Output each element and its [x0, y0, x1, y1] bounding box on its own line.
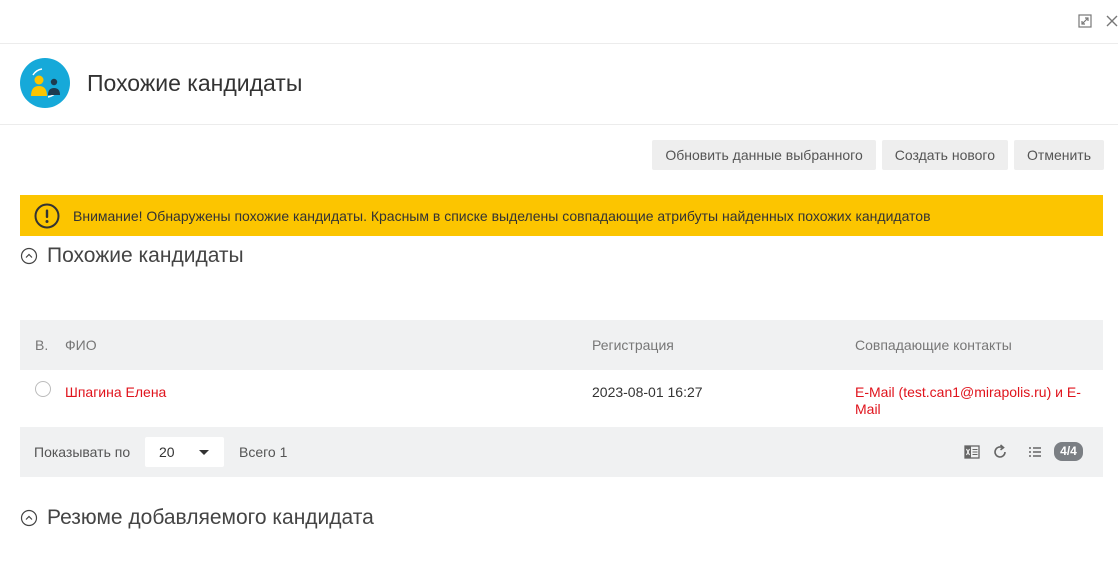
column-name[interactable]: ФИО — [65, 337, 97, 353]
update-selected-button[interactable]: Обновить данные выбранного — [652, 140, 876, 170]
page-size-select[interactable]: 20 — [145, 437, 224, 467]
chevron-down-icon — [199, 450, 209, 455]
registration-date: 2023-08-01 16:27 — [592, 384, 703, 400]
column-matching-contacts[interactable]: Совпадающие контакты — [855, 337, 1012, 353]
warning-alert: Внимание! Обнаружены похожие кандидаты. … — [20, 195, 1103, 236]
columns-count-badge[interactable]: 4/4 — [1054, 442, 1083, 461]
page-size-value: 20 — [159, 444, 175, 460]
table-footer: Показывать по 20 Всего 1 4/4 — [20, 427, 1103, 477]
alert-text: Внимание! Обнаружены похожие кандидаты. … — [73, 207, 931, 224]
close-icon[interactable] — [1103, 12, 1118, 30]
candidates-icon — [20, 58, 70, 108]
section-similar-title: Похожие кандидаты — [47, 244, 244, 267]
excel-export-icon[interactable] — [963, 443, 981, 461]
column-select[interactable]: В. — [35, 337, 48, 353]
collapse-icon[interactable] — [20, 247, 38, 265]
refresh-icon[interactable] — [991, 443, 1009, 461]
window-topbar — [0, 0, 1118, 44]
cancel-button[interactable]: Отменить — [1014, 140, 1104, 170]
page-size-label: Показывать по — [34, 444, 131, 460]
create-new-button[interactable]: Создать нового — [881, 140, 1009, 170]
dialog-header: Похожие кандидаты — [0, 44, 1118, 125]
expand-icon[interactable] — [1076, 12, 1094, 30]
warning-icon — [34, 203, 60, 229]
collapse-icon[interactable] — [20, 509, 38, 527]
candidate-name[interactable]: Шпагина Елена — [65, 384, 166, 400]
action-toolbar: Обновить данные выбранного Создать новог… — [652, 140, 1104, 170]
column-settings-icon[interactable] — [1026, 443, 1044, 461]
section-resume-header[interactable]: Резюме добавляемого кандидата — [20, 506, 374, 530]
section-similar-header[interactable]: Похожие кандидаты — [20, 244, 244, 268]
section-resume-title: Резюме добавляемого кандидата — [47, 506, 374, 529]
matching-contacts-line2: Mail — [855, 401, 881, 417]
page-title: Похожие кандидаты — [87, 70, 303, 96]
matching-contacts-line1: E-Mail (test.can1@mirapolis.ru) и E- — [855, 384, 1081, 400]
total-count: Всего 1 — [239, 444, 288, 460]
row-select-radio[interactable] — [35, 381, 51, 397]
table-header: В. ФИО Регистрация Совпадающие контакты — [20, 320, 1103, 370]
table-row[interactable]: Шпагина Елена 2023-08-01 16:27 E-Mail (t… — [20, 370, 1103, 427]
column-registration[interactable]: Регистрация — [592, 337, 674, 353]
